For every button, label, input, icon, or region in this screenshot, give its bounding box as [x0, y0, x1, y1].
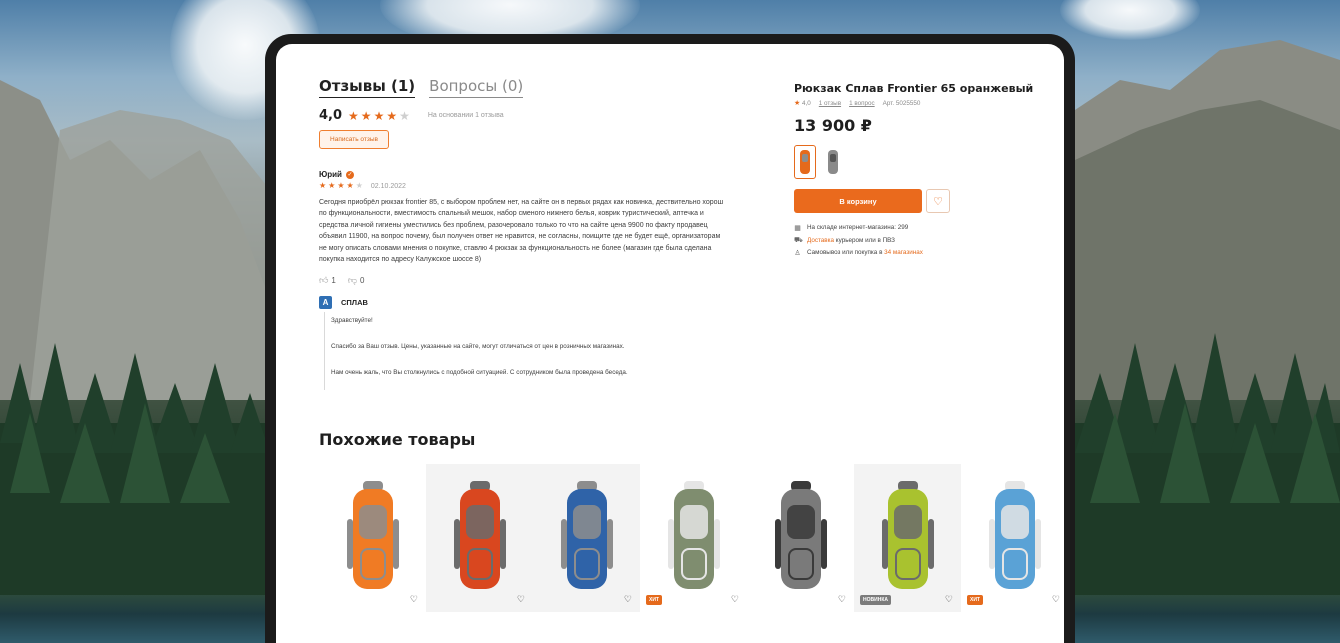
thumbnail-gray[interactable]	[822, 145, 844, 179]
brand-logo-icon: A	[319, 296, 332, 309]
heart-icon[interactable]: ♡	[838, 594, 846, 605]
heart-icon[interactable]: ♡	[945, 594, 953, 605]
star-icon: ★	[355, 181, 363, 190]
heart-icon[interactable]: ♡	[1052, 594, 1060, 605]
product-card[interactable]: ♡ ХИТ	[640, 464, 747, 612]
product-price: 13 900 ₽	[794, 116, 872, 135]
heart-icon[interactable]: ♡	[624, 594, 632, 605]
backpack-image	[988, 481, 1041, 589]
availability-info: ▦ На складе интернет-магазина: 299 ⛟ Дос…	[794, 224, 923, 257]
rating-stars: ★ ★ ★ ★ ★	[348, 110, 410, 122]
backpack-image	[881, 481, 934, 589]
tab-questions[interactable]: Вопросы (0)	[429, 77, 524, 98]
store-reply-body: Здравствуйте! Спасибо за Ваш отзыв. Цены…	[324, 312, 724, 390]
reply-line: Спасибо за Ваш отзыв. Цены, указанные на…	[331, 343, 625, 350]
product-meta: ★ 4,0 1 отзыв 1 вопрос Арт. 5025550	[794, 100, 920, 107]
warehouse-icon: ▦	[794, 224, 801, 232]
article-number: Арт. 5025550	[882, 100, 921, 107]
product-card[interactable]: ♡	[533, 464, 640, 612]
verified-buyer-icon: ✓	[345, 170, 354, 179]
product-rating: ★ 4,0	[794, 100, 811, 107]
product-card[interactable]: ♡ ХИТ	[961, 464, 1064, 612]
reply-line: Здравствуйте!	[331, 317, 373, 324]
stores-link[interactable]: 34 магазинах	[884, 249, 923, 256]
walking-icon: ♙	[794, 249, 801, 257]
heart-icon[interactable]: ♡	[517, 594, 525, 605]
star-icon: ★	[348, 108, 359, 123]
heart-icon: ♡	[933, 195, 943, 208]
review-stars: ★ ★ ★ ★ ★	[319, 182, 363, 190]
heart-icon[interactable]: ♡	[410, 594, 418, 605]
backpack-image	[774, 481, 827, 589]
store-reply-header: A СПЛАВ	[319, 296, 368, 309]
thumbnail-orange[interactable]	[794, 145, 816, 179]
star-icon: ★	[386, 108, 398, 123]
product-title: Рюкзак Сплав Frontier 65 оранжевый	[794, 82, 1034, 95]
thumbs-down-icon: 👎︎	[347, 275, 357, 285]
tab-reviews[interactable]: Отзывы (1)	[319, 77, 416, 98]
review-date: 02.10.2022	[370, 182, 406, 190]
review-votes: 👍︎ 1 👎︎ 0	[319, 275, 364, 286]
write-review-button[interactable]: Написать отзыв	[319, 130, 389, 149]
review-text: Сегодня приобрёл рюкзак frontier 85, с в…	[319, 199, 724, 264]
delivery-icon: ⛟	[794, 236, 803, 244]
review-author: Юрий ✓	[319, 170, 354, 179]
product-card[interactable]: ♡ НОВИНКА	[854, 464, 961, 612]
star-icon: ★	[794, 100, 801, 107]
star-icon: ★	[328, 181, 336, 190]
questions-link[interactable]: 1 вопрос	[849, 100, 875, 107]
stock-pickup: ♙ Самовывоз или покупка в 34 магазинах	[794, 249, 923, 257]
review-tabs: Отзывы (1) Вопросы (0)	[319, 77, 524, 98]
like-button[interactable]: 👍︎ 1	[319, 275, 336, 286]
star-icon: ★	[337, 181, 345, 190]
rating-basis: На основании 1 отзыва	[427, 112, 504, 119]
dislike-button[interactable]: 👎︎ 0	[348, 275, 365, 286]
product-badge: ХИТ	[646, 595, 662, 605]
rating-value: 4,0	[319, 108, 343, 123]
product-card[interactable]: ♡	[319, 464, 426, 612]
brand-name: СПЛАВ	[341, 298, 368, 307]
backpack-image	[667, 481, 720, 589]
star-icon: ★	[399, 108, 410, 123]
like-count: 1	[331, 276, 336, 285]
reviews-link[interactable]: 1 отзыв	[819, 100, 841, 107]
star-icon: ★	[319, 181, 327, 190]
product-badge: ХИТ	[967, 595, 983, 605]
add-to-cart-button[interactable]: В корзину	[794, 189, 922, 213]
cloud	[1060, 0, 1200, 40]
review-author-name: Юрий	[319, 170, 342, 179]
backpack-image	[453, 481, 506, 589]
heart-icon[interactable]: ♡	[731, 594, 739, 605]
product-card[interactable]: ♡	[747, 464, 854, 612]
product-badge: НОВИНКА	[860, 595, 891, 605]
product-thumbnails	[794, 145, 844, 179]
backpack-image	[560, 481, 613, 589]
product-card[interactable]: ♡	[426, 464, 533, 612]
backpack-image	[346, 481, 399, 589]
dislike-count: 0	[360, 276, 365, 285]
similar-products-title: Похожие товары	[319, 430, 476, 449]
star-icon: ★	[346, 181, 354, 190]
rating-summary: 4,0 ★ ★ ★ ★ ★ На основании 1 отзыва	[319, 108, 504, 123]
delivery-link[interactable]: Доставка	[807, 237, 834, 244]
reply-line: Нам очень жаль, что Вы столкнулись с под…	[331, 369, 628, 376]
favorite-button[interactable]: ♡	[926, 189, 950, 213]
star-icon: ★	[360, 108, 372, 123]
similar-products-list: ♡ ♡ ♡ ♡ ХИТ ♡ ♡ НОВИНКА ♡ ХИТ	[319, 464, 1064, 612]
thumbs-up-icon: 👍︎	[319, 275, 329, 285]
star-icon: ★	[373, 108, 385, 123]
stock-warehouse: ▦ На складе интернет-магазина: 299	[794, 224, 909, 232]
stock-delivery: ⛟ Доставка курьером или в ПВЗ	[794, 236, 895, 244]
review-meta: ★ ★ ★ ★ ★ 02.10.2022	[319, 182, 406, 190]
product-page: Отзывы (1) Вопросы (0) 4,0 ★ ★ ★ ★ ★ На осно…	[276, 44, 1064, 643]
